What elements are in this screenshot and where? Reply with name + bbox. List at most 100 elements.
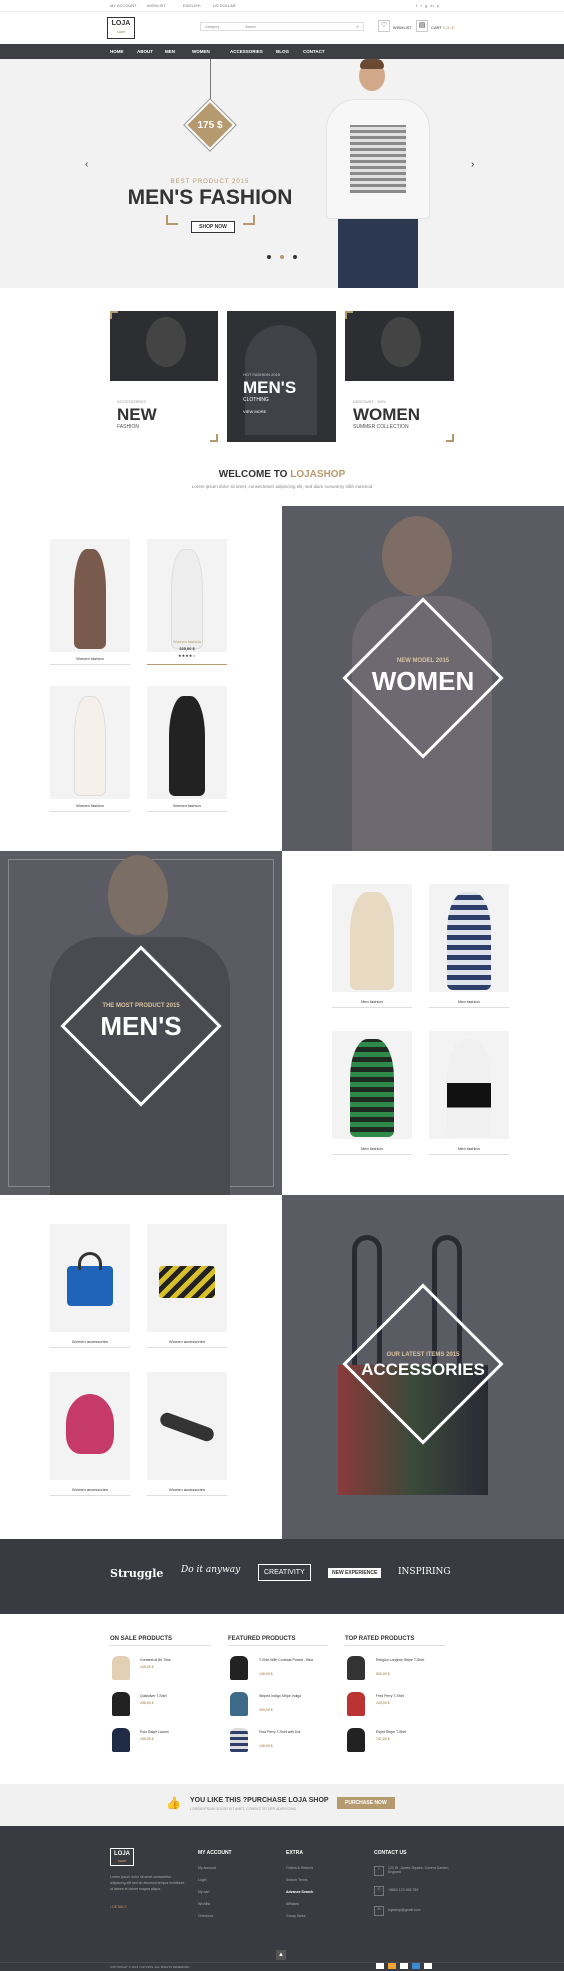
footer-email[interactable]: lojashop@gmail.com	[388, 1908, 421, 1912]
search-icon[interactable]: ⌕	[356, 24, 359, 30]
product-name[interactable]: Men fashion	[332, 1146, 412, 1151]
list-item-price: 129,00 $	[259, 1744, 273, 1748]
product-name[interactable]: Women accessories	[50, 1339, 130, 1344]
product-image[interactable]	[429, 1031, 509, 1139]
thumb[interactable]	[347, 1728, 365, 1752]
product-name[interactable]: Women fashion	[147, 639, 227, 644]
footer-link[interactable]: Login	[198, 1878, 207, 1882]
social-icons[interactable]: f t g in p	[416, 3, 439, 8]
footer-link[interactable]: Advance Search	[286, 1890, 313, 1894]
women-title: WOMEN	[371, 666, 475, 696]
product-name[interactable]: Women fashion	[50, 656, 130, 661]
nav-blog[interactable]: BLOG	[276, 49, 289, 54]
list-item-name[interactable]: Fred Perry T-Shirt	[376, 1694, 446, 1698]
women-feature[interactable]: NEW MODEL 2015 WOMEN	[282, 506, 564, 851]
footer-link[interactable]: My account	[198, 1866, 216, 1870]
view-more-link[interactable]: VIEW MORE	[243, 409, 266, 414]
banner-mens[interactable]: HOT FASHION 2015 MEN'S CLOTHING VIEW MOR…	[227, 311, 336, 442]
footer-link[interactable]: Checkout	[198, 1914, 213, 1918]
search-bar[interactable]: Category Search ⌕	[200, 22, 364, 31]
currency-select[interactable]: US DOLLAR	[213, 3, 236, 8]
thumb[interactable]	[230, 1728, 248, 1752]
product-name[interactable]: Women fashion	[147, 803, 227, 808]
list-item-name[interactable]: Greatest at 8d Time	[140, 1658, 171, 1662]
product-name[interactable]: Women accessories	[50, 1487, 130, 1492]
product-image[interactable]	[332, 884, 412, 992]
cart-icon[interactable]: ▤	[416, 20, 428, 32]
thumb[interactable]	[112, 1728, 130, 1752]
purchase-now-button[interactable]: PURCHASE NOW	[337, 1797, 395, 1809]
product-image[interactable]	[50, 686, 130, 799]
footer-link[interactable]: Affiliates	[286, 1902, 299, 1906]
slider-dot[interactable]	[267, 255, 271, 259]
banner-women[interactable]: DISCOUNT - 50% WOMEN SUMMER COLLECTION	[345, 311, 454, 442]
slider-dot[interactable]	[280, 255, 284, 259]
footer-link[interactable]: Search Terms	[286, 1878, 308, 1882]
thumb[interactable]	[112, 1692, 130, 1716]
slider-dot[interactable]	[293, 255, 297, 259]
category-select[interactable]: Category	[205, 25, 219, 29]
list-item-name[interactable]: T-Shirt With Contrast Pocket - Blue	[259, 1658, 329, 1662]
heart-icon[interactable]: ♡	[378, 20, 390, 32]
wishlist-link[interactable]: WISHLIST	[147, 3, 166, 8]
footer-link[interactable]: My cart	[198, 1890, 209, 1894]
brand-logo[interactable]: CREATIVITY	[258, 1564, 311, 1581]
thumb[interactable]	[347, 1692, 365, 1716]
product-name[interactable]: Women fashion	[50, 803, 130, 808]
brand-logo[interactable]: Struggle	[110, 1567, 163, 1580]
footer-link[interactable]: Orders & Returns	[286, 1866, 313, 1870]
product-image[interactable]	[147, 686, 227, 799]
nav-contact[interactable]: CONTACT	[303, 49, 325, 54]
product-name[interactable]: Men fashion	[429, 999, 509, 1004]
prev-arrow-icon[interactable]: ‹	[85, 159, 88, 170]
list-item-name[interactable]: Quiksilver T-Shirt	[140, 1694, 167, 1698]
brand-logo[interactable]: INSPIRING	[398, 1567, 451, 1577]
product-image[interactable]	[147, 1372, 227, 1480]
my-account-link[interactable]: MY ACCOUNT	[110, 3, 137, 8]
product-name[interactable]: Men fashion	[332, 999, 412, 1004]
visa-icon	[376, 1963, 384, 1969]
product-name[interactable]: Men fashion	[429, 1146, 509, 1151]
footer-link[interactable]: Group Sales	[286, 1914, 305, 1918]
product-image[interactable]	[50, 1224, 130, 1332]
brand-logo[interactable]: Do it anyway	[181, 1565, 240, 1575]
acc-kicker: OUR LATEST ITEMS 2015	[386, 1352, 460, 1358]
footer-link[interactable]: Wishlist	[198, 1902, 210, 1906]
product-name[interactable]: Women accessories	[147, 1487, 227, 1492]
product-image[interactable]	[50, 1372, 130, 1480]
nav-accessories[interactable]: ACCESSORIES	[230, 49, 263, 54]
nav-men[interactable]: MEN	[165, 49, 175, 54]
product-image[interactable]	[332, 1031, 412, 1139]
details-link[interactable]: ▪ DETAILS	[110, 1905, 127, 1909]
header-cart[interactable]: CART 0,00 $	[431, 25, 454, 30]
shop-now-button[interactable]: SHOP NOW	[191, 221, 235, 233]
nav-women[interactable]: WOMEN	[192, 49, 210, 54]
product-image[interactable]	[429, 884, 509, 992]
thumb[interactable]	[230, 1656, 248, 1680]
nav-home[interactable]: HOME	[110, 49, 124, 54]
language-select[interactable]: ENGLISH	[183, 3, 201, 8]
back-to-top-icon[interactable]: ▲	[276, 1950, 286, 1960]
site-logo[interactable]: LOJA SHOP	[107, 17, 135, 39]
list-item-name[interactable]: Fred Perry T-Shirt with Dot	[259, 1730, 329, 1734]
list-item-name[interactable]: Esprit Stripe T-Shirt	[376, 1730, 446, 1734]
list-item-name[interactable]: Polo Ralph Lauren	[140, 1730, 169, 1734]
next-arrow-icon[interactable]: ›	[471, 159, 474, 170]
product-name[interactable]: Women accessories	[147, 1339, 227, 1344]
list-item-name[interactable]: Striped Indigo Stripe Indigo	[259, 1694, 329, 1698]
accessories-feature[interactable]: OUR LATEST ITEMS 2015 ACCESSORIES	[282, 1195, 564, 1539]
list-item-name[interactable]: Religion Longline Stripe T-Shirt	[376, 1658, 446, 1662]
nav-about[interactable]: ABOUT	[137, 49, 153, 54]
thumb[interactable]	[230, 1692, 248, 1716]
header-wishlist[interactable]: WISHLIST	[393, 25, 412, 30]
product-image[interactable]	[50, 539, 130, 652]
thumb[interactable]	[112, 1656, 130, 1680]
footer-logo[interactable]: LOJA SHOP	[110, 1848, 134, 1866]
brand-logo[interactable]: NEW EXPERIENCE	[328, 1568, 382, 1578]
search-input[interactable]: Search	[245, 25, 256, 29]
product-image[interactable]	[147, 1224, 227, 1332]
banner-new[interactable]: ACCESSORIES NEW FASHION	[110, 311, 218, 442]
thumb[interactable]	[347, 1656, 365, 1680]
product-image[interactable]	[147, 539, 227, 652]
men-feature[interactable]: THE MOST PRODUCT 2015 MEN'S	[0, 851, 282, 1195]
